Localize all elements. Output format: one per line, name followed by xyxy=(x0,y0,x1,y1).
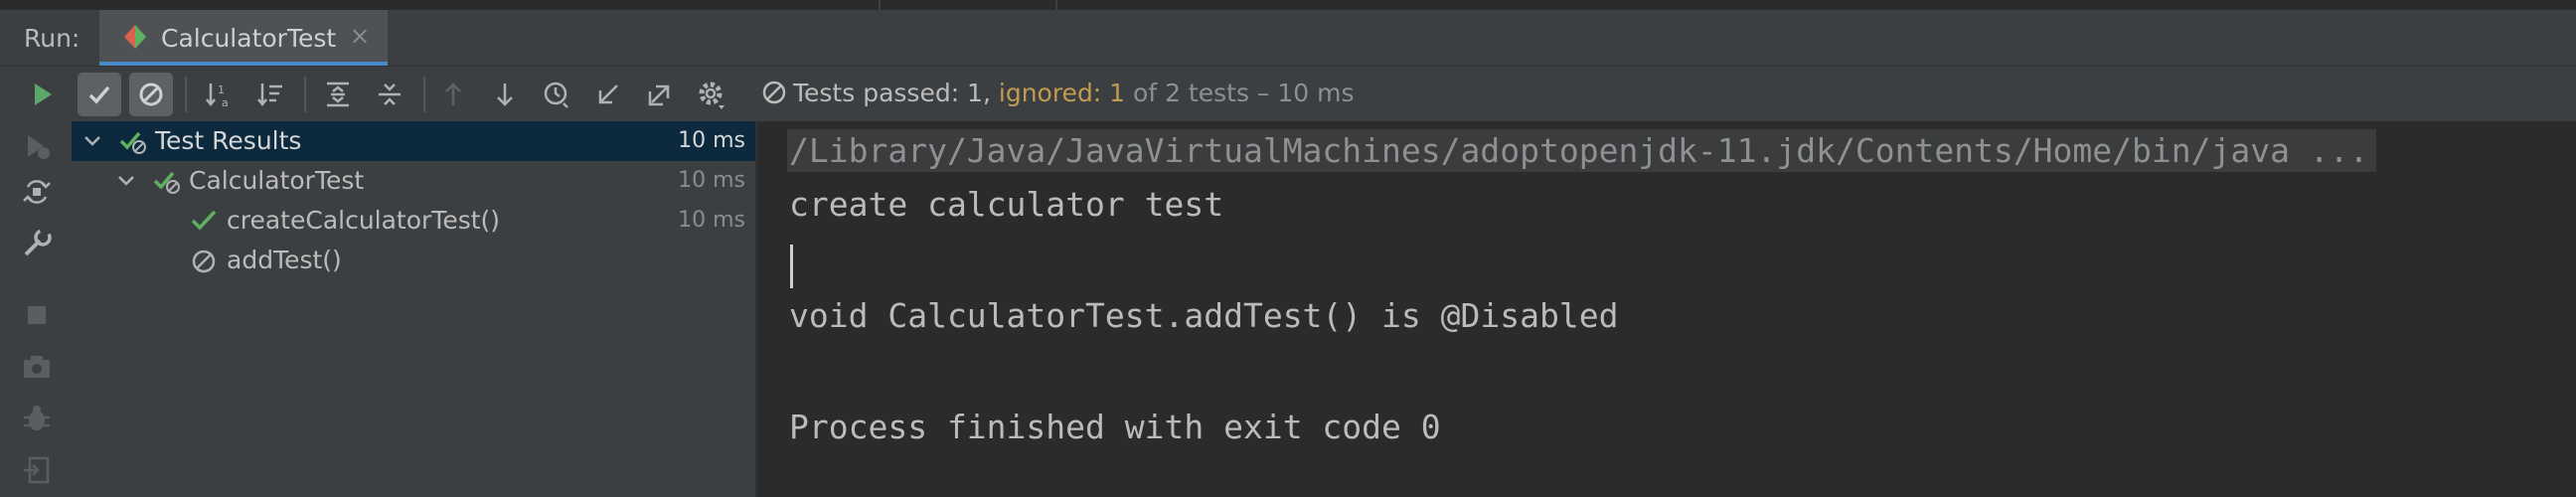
sort-duration-icon[interactable] xyxy=(248,73,292,116)
run-label: Run: xyxy=(24,24,80,53)
run-tool-window-header: Run: CalculatorTest × xyxy=(0,10,2576,67)
wrench-icon[interactable] xyxy=(20,227,54,260)
passed-check-icon xyxy=(191,210,217,231)
tree-row-createcalculatortest[interactable]: createCalculatorTest() 10 ms xyxy=(72,201,755,241)
stop-icon[interactable] xyxy=(20,298,54,332)
tree-row-test-results[interactable]: Test Results 10 ms xyxy=(72,121,755,161)
debug-icon[interactable] xyxy=(20,402,54,435)
tree-duration: 10 ms xyxy=(678,168,745,193)
console-line: create calculator test xyxy=(789,185,1224,224)
run-icon[interactable] xyxy=(20,73,64,116)
tab-calculatortest[interactable]: CalculatorTest × xyxy=(99,10,388,66)
test-results-tree: Test Results 10 ms CalculatorTest 10 ms … xyxy=(72,121,757,497)
tree-duration: 10 ms xyxy=(678,128,745,153)
show-passed-icon[interactable] xyxy=(78,73,121,116)
console-output[interactable]: /Library/Java/JavaVirtualMachines/adopto… xyxy=(757,121,2576,497)
collapse-all-icon[interactable] xyxy=(368,73,411,116)
left-action-bar xyxy=(0,121,72,497)
test-toolbar: 1a Tests passed: 1, ignored: 1 of 2 test… xyxy=(0,66,2576,122)
passed-suite-icon xyxy=(153,171,180,194)
close-icon[interactable]: × xyxy=(350,22,370,50)
tree-label: Test Results xyxy=(155,126,302,155)
tree-label: addTest() xyxy=(227,246,342,274)
tree-row-addtest[interactable]: addTest() xyxy=(72,241,755,280)
settings-icon[interactable] xyxy=(690,73,733,116)
camera-icon[interactable] xyxy=(20,350,54,384)
ignored-status-icon xyxy=(762,81,786,104)
status-ignored-text: ignored: 1 xyxy=(998,79,1126,107)
text-caret xyxy=(790,245,793,288)
ignored-icon xyxy=(192,249,216,273)
toggle-auto-test-icon[interactable] xyxy=(20,175,54,209)
exit-icon[interactable] xyxy=(20,453,54,487)
tree-label: createCalculatorTest() xyxy=(227,206,501,235)
chevron-down-icon[interactable] xyxy=(83,133,101,149)
history-icon[interactable] xyxy=(535,73,578,116)
next-failed-icon[interactable] xyxy=(483,73,527,116)
status-total-text: of 2 tests – 10 ms xyxy=(1125,79,1355,107)
chevron-down-icon[interactable] xyxy=(117,173,135,189)
top-strip xyxy=(0,0,2576,10)
status-passed-text: Tests passed: 1, xyxy=(793,79,999,107)
import-tests-icon[interactable] xyxy=(586,73,630,116)
rerun-failed-icon[interactable] xyxy=(20,129,54,163)
tests-status: Tests passed: 1, ignored: 1 of 2 tests –… xyxy=(761,79,1355,107)
prev-failed-icon[interactable] xyxy=(431,73,475,116)
expand-all-icon[interactable] xyxy=(316,73,360,116)
tree-label: CalculatorTest xyxy=(189,166,365,195)
export-tests-icon[interactable] xyxy=(638,73,682,116)
tree-row-calculatortest[interactable]: CalculatorTest 10 ms xyxy=(72,161,755,201)
sort-alpha-icon[interactable]: 1a xyxy=(197,73,241,116)
passed-suite-icon xyxy=(119,131,146,154)
console-line: void CalculatorTest.addTest() is @Disabl… xyxy=(789,296,1619,335)
test-config-icon xyxy=(124,25,146,49)
show-ignored-icon[interactable] xyxy=(129,73,173,116)
tab-label: CalculatorTest xyxy=(161,24,337,53)
svg-text:1: 1 xyxy=(218,83,225,96)
tree-duration: 10 ms xyxy=(678,208,745,233)
svg-text:a: a xyxy=(222,96,229,109)
console-command-line[interactable]: /Library/Java/JavaVirtualMachines/adopto… xyxy=(787,129,2377,172)
console-line: Process finished with exit code 0 xyxy=(789,408,1441,446)
